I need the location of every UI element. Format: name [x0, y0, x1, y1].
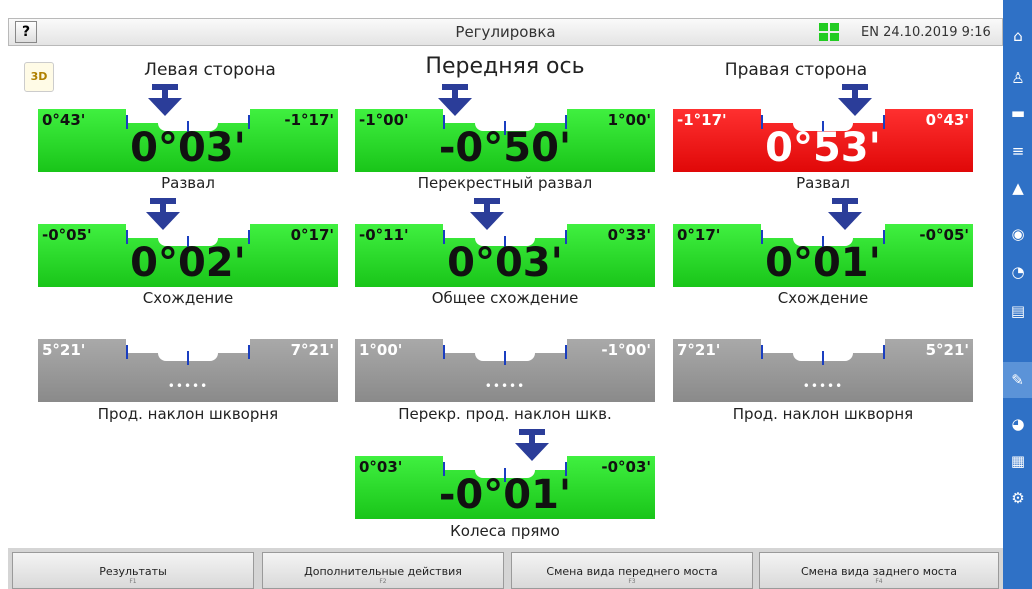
right-caster-value: ••••• — [802, 379, 844, 393]
right-toe-caption: Схождение — [777, 289, 869, 307]
right-caster-caption: Прод. наклон шкворня — [732, 405, 914, 423]
left-caster-value: ••••• — [167, 379, 209, 393]
right-toe-value: 0°01' — [765, 240, 881, 286]
right-camber-value: 0°53' — [765, 125, 881, 171]
cross-caster-max: -1°00' — [601, 341, 651, 359]
cross-camber-caption: Перекрестный развал — [417, 174, 593, 192]
cross-caster-min: 1°00' — [359, 341, 403, 359]
title-bar: ? Регулировка EN 24.10.2019 9:16 — [8, 18, 1003, 46]
status-text: EN 24.10.2019 9:16 — [861, 25, 991, 40]
left-caster-gauge: 5°21' 7°21' ••••• — [38, 339, 338, 402]
front-axle-header: Передняя ось — [425, 54, 585, 79]
cross-caster-value: ••••• — [484, 379, 526, 393]
total-toe-gauge: -0°11' 0°33' 0°03' — [355, 224, 655, 287]
cross-caster-gauge: 1°00' -1°00' ••••• — [355, 339, 655, 402]
home-icon[interactable]: ⌂ — [1008, 26, 1028, 46]
function-key-bar: Результаты F1 Дополнительные действия F2… — [8, 548, 1003, 589]
list-icon[interactable]: ≡ — [1008, 141, 1028, 161]
results-button[interactable]: Результаты F1 — [12, 552, 254, 589]
straight-ahead-value: -0°01' — [438, 472, 572, 518]
left-side-header: Левая сторона — [144, 60, 276, 80]
right-sidebar: ⌂ ♙ ▬ ≡ ▲ ◉ ◔ ▤ ✎ ◕ ▦ ⚙ — [1003, 0, 1032, 589]
pointer-icon — [828, 198, 862, 232]
left-caster-caption: Прод. наклон шкворня — [97, 405, 279, 423]
left-toe-value: 0°02' — [130, 240, 246, 286]
total-toe-value: 0°03' — [447, 240, 563, 286]
left-caster-max: 7°21' — [290, 341, 334, 359]
left-camber-value: 0°03' — [130, 125, 246, 171]
total-toe-caption: Общее схождение — [431, 289, 579, 307]
left-camber-gauge: 0°43' -1°17' 0°03' — [38, 109, 338, 172]
front-axle-view-button[interactable]: Смена вида переднего моста F3 — [511, 552, 753, 589]
pointer-icon — [838, 84, 872, 118]
cross-caster-caption: Перекр. прод. наклон шкв. — [398, 405, 612, 423]
car-icon[interactable]: ▬ — [1008, 103, 1028, 123]
additional-actions-button[interactable]: Дополнительные действия F2 — [262, 552, 504, 589]
right-caster-max: 5°21' — [925, 341, 969, 359]
grid-view-icon[interactable] — [819, 23, 839, 41]
left-toe-caption: Схождение — [142, 289, 234, 307]
image-icon[interactable]: ▲ — [1008, 178, 1028, 198]
adjust-icon[interactable]: ◕ — [1008, 414, 1028, 434]
cross-camber-value: -0°50' — [438, 125, 572, 171]
pointer-icon — [146, 198, 180, 232]
target-icon[interactable]: ◉ — [1008, 224, 1028, 244]
straight-ahead-caption: Колеса прямо — [450, 522, 560, 540]
user-icon[interactable]: ♙ — [1008, 68, 1028, 88]
pointer-icon — [438, 84, 472, 118]
settings-icon[interactable]: ⚙ — [1008, 488, 1028, 508]
alignment-screen: ? Регулировка EN 24.10.2019 9:16 3D Лева… — [0, 0, 1032, 589]
page-title: Регулировка — [455, 23, 556, 41]
left-caster-min: 5°21' — [42, 341, 86, 359]
pointer-icon — [470, 198, 504, 232]
straight-ahead-gauge: 0°03' -0°03' -0°01' — [355, 456, 655, 519]
right-toe-gauge: 0°17' -0°05' 0°01' — [673, 224, 973, 287]
cross-camber-gauge: -1°00' 1°00' -0°50' — [355, 109, 655, 172]
right-camber-gauge: -1°17' 0°43' 0°53' — [673, 109, 973, 172]
left-camber-caption: Развал — [161, 174, 215, 192]
brand-logo: 3D — [24, 62, 54, 92]
right-camber-caption: Развал — [796, 174, 850, 192]
report-icon[interactable]: ▦ — [1008, 451, 1028, 471]
right-side-header: Правая сторона — [724, 60, 868, 80]
pointer-icon — [515, 429, 549, 463]
clipboard-icon[interactable]: ▤ — [1008, 301, 1028, 321]
right-caster-min: 7°21' — [677, 341, 721, 359]
left-toe-gauge: -0°05' 0°17' 0°02' — [38, 224, 338, 287]
gauge-icon[interactable]: ◔ — [1008, 262, 1028, 282]
pointer-icon — [148, 84, 182, 118]
right-caster-gauge: 7°21' 5°21' ••••• — [673, 339, 973, 402]
wrench-icon[interactable]: ✎ — [1003, 362, 1032, 398]
rear-axle-view-button[interactable]: Смена вида заднего моста F4 — [759, 552, 999, 589]
